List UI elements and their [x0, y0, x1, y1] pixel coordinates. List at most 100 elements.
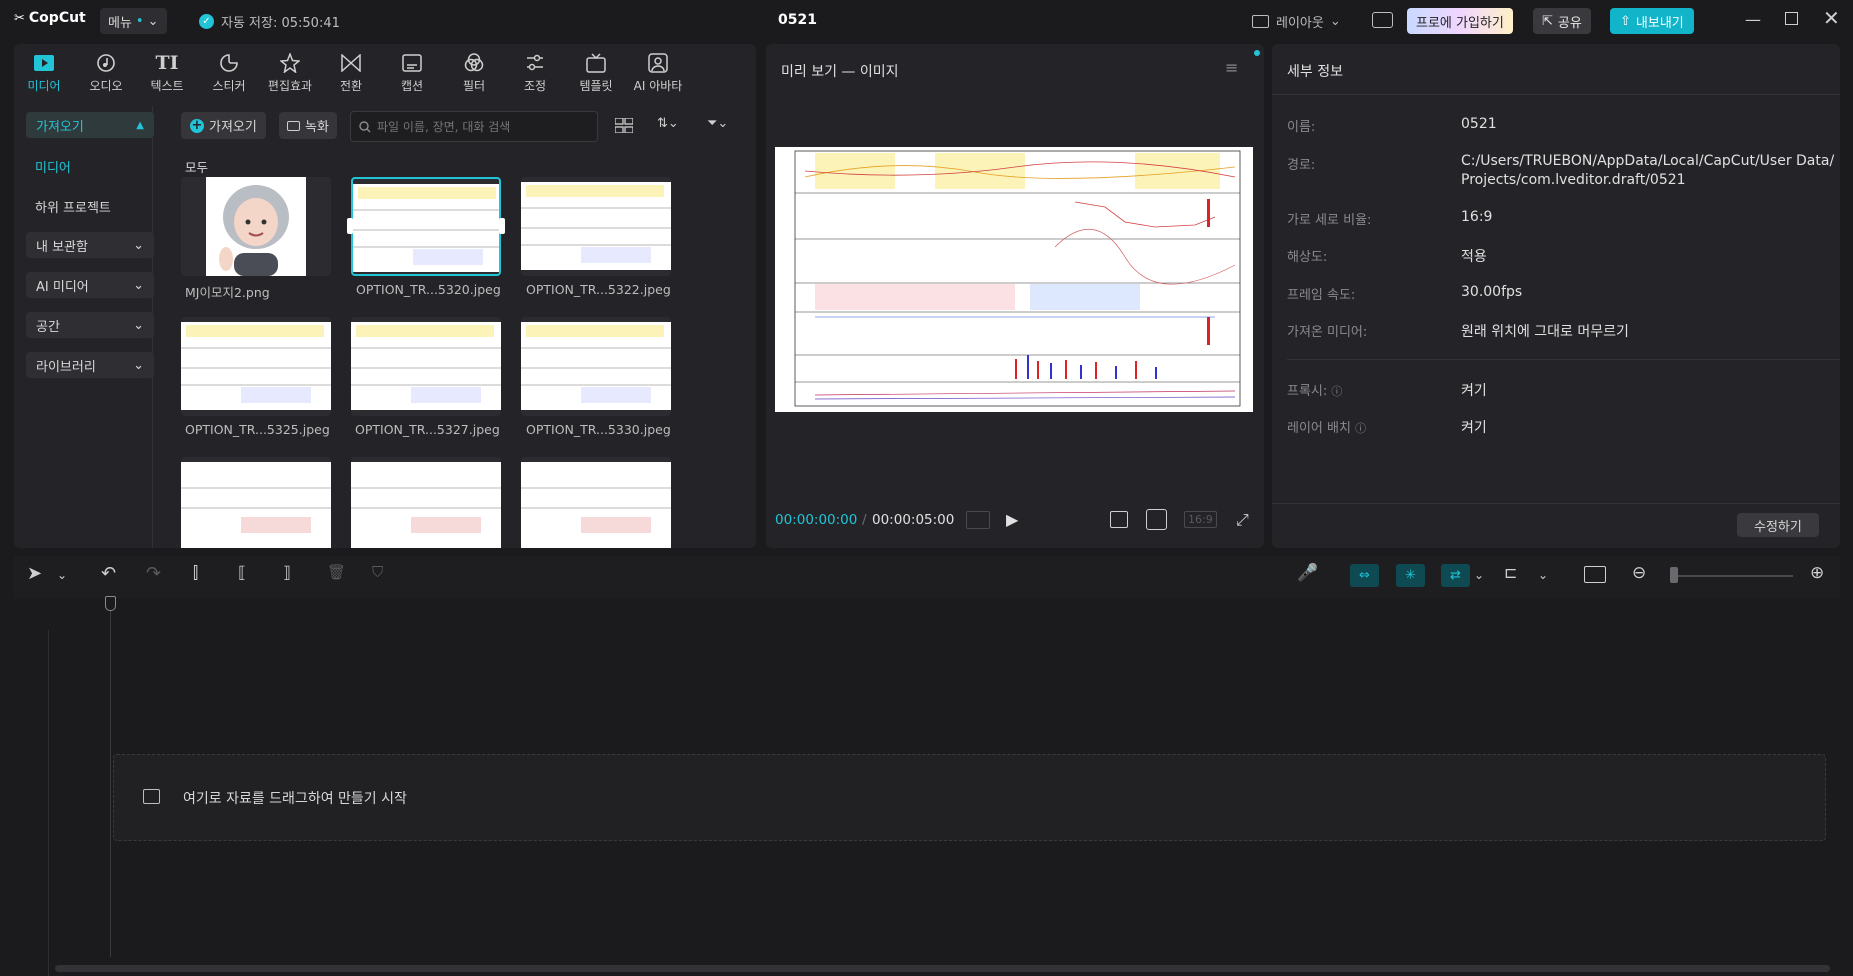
trim-handle-right[interactable] — [499, 218, 505, 234]
microphone-icon[interactable]: 🎤 — [1297, 563, 1318, 583]
trim-left-icon[interactable]: ⟦ — [238, 563, 246, 582]
tab-media[interactable]: 미디어 — [17, 52, 71, 94]
tab-effects[interactable]: 편집효과 — [263, 52, 317, 94]
chevron-down-icon: ⌄ — [133, 237, 144, 253]
trim-right-icon[interactable]: ⟧ — [283, 563, 291, 582]
horizontal-scrollbar[interactable] — [55, 965, 1830, 972]
tab-adjust[interactable]: 조정 — [508, 52, 562, 94]
layout-menu[interactable]: 레이아웃 ⌄ — [1252, 12, 1341, 31]
details-divider — [1272, 503, 1840, 504]
caption-shortcut-icon[interactable] — [1372, 12, 1393, 28]
media-item[interactable] — [521, 177, 671, 276]
tab-ai-avatar[interactable]: AI 아바타 — [631, 52, 685, 94]
sidebar-item-media[interactable]: 미디어 — [35, 157, 71, 176]
tab-text[interactable]: TI 텍스트 — [140, 52, 194, 94]
help-icon[interactable]: ⓘ — [1355, 422, 1366, 435]
chevron-down-icon[interactable]: ⌄ — [1538, 568, 1548, 582]
zoom-out-icon[interactable]: ⊖ — [1632, 563, 1646, 583]
trim-handle-left[interactable] — [347, 218, 353, 234]
transition-icon — [341, 54, 361, 72]
drop-hint: 여기로 자료를 드래그하여 만들기 시작 — [183, 791, 407, 807]
tab-sticker[interactable]: 스티커 — [202, 52, 256, 94]
menu-button[interactable]: 메뉴 • ⌄ — [100, 8, 167, 34]
sticker-icon — [220, 54, 238, 72]
select-cursor-icon[interactable]: ➤ — [27, 563, 42, 584]
linkage-icon[interactable]: ⇄ — [1441, 564, 1470, 587]
export-button[interactable]: ⇧ 내보내기 — [1610, 8, 1694, 34]
playhead-handle[interactable] — [105, 596, 116, 611]
chevron-up-icon: ▲ — [136, 119, 144, 131]
sidebar-ai-media[interactable]: AI 미디어 ⌄ — [26, 272, 154, 298]
thumbnail-view-icon[interactable] — [1584, 566, 1606, 583]
media-row-clipped — [181, 457, 701, 548]
tab-caption[interactable]: 캡션 — [385, 52, 439, 94]
tab-transition[interactable]: 전환 — [324, 52, 378, 94]
sidebar-item-subproject[interactable]: 하위 프로젝트 — [35, 197, 111, 216]
edit-button[interactable]: 수정하기 — [1737, 513, 1819, 537]
sidebar-import[interactable]: 가져오기 ▲ — [26, 112, 154, 138]
help-icon[interactable]: ⓘ — [1331, 385, 1342, 398]
filter-funnel-icon[interactable]: ⏷⌄ — [707, 116, 728, 131]
effects-icon — [280, 53, 300, 73]
sidebar-space[interactable]: 공간 ⌄ — [26, 312, 154, 338]
logo-icon: ✂ — [14, 10, 25, 26]
safe-area-icon[interactable] — [1110, 511, 1128, 528]
media-item[interactable] — [351, 457, 501, 548]
zoom-in-icon[interactable]: ⊕ — [1810, 563, 1824, 583]
fullscreen-icon[interactable]: ⤢ — [1236, 510, 1249, 530]
preview-image — [775, 147, 1253, 412]
media-item[interactable] — [521, 317, 671, 416]
audio-wave-icon[interactable] — [966, 511, 990, 529]
search-input[interactable] — [377, 119, 587, 134]
sort-icon[interactable]: ⇅⌄ — [657, 116, 679, 131]
media-item[interactable] — [181, 457, 331, 548]
tab-audio[interactable]: 오디오 — [79, 52, 133, 94]
chevron-down-icon[interactable]: ⌄ — [57, 568, 67, 582]
redo-icon[interactable]: ↷ — [146, 563, 161, 584]
check-icon: ✓ — [199, 14, 214, 29]
layout-icon — [1252, 15, 1269, 28]
preview-axis-icon[interactable]: ⊏ — [1504, 563, 1517, 582]
sidebar-library[interactable]: 라이브러리 ⌄ — [26, 352, 154, 378]
zoom-slider-thumb[interactable] — [1670, 567, 1678, 583]
hamburger-menu-icon[interactable]: ≡ — [1225, 58, 1238, 77]
search-field[interactable] — [350, 111, 598, 142]
media-icon — [34, 55, 54, 71]
chevron-down-icon[interactable]: ⌄ — [1474, 568, 1484, 582]
tab-filter[interactable]: 필터 — [447, 52, 501, 94]
split-icon[interactable]: ⫿ — [193, 563, 198, 583]
details-title: 세부 정보 — [1287, 64, 1343, 80]
record-button[interactable]: 녹화 — [279, 112, 337, 139]
ai-avatar-icon — [648, 53, 668, 73]
text-icon: TI — [155, 52, 179, 74]
zoom-slider-track[interactable] — [1673, 575, 1793, 577]
close-icon[interactable]: ✕ — [1823, 6, 1840, 30]
undo-icon[interactable]: ↶ — [101, 563, 116, 584]
search-icon — [359, 120, 371, 132]
media-item-selected[interactable] — [351, 177, 501, 276]
sidebar-my-storage[interactable]: 내 보관함 ⌄ — [26, 232, 154, 258]
ratio-button[interactable]: 16:9 — [1184, 511, 1217, 528]
details-divider — [1287, 359, 1840, 360]
pro-join-button[interactable]: 프로에 가입하기 — [1407, 8, 1513, 34]
media-item-avatar[interactable] — [181, 177, 331, 276]
caption-icon — [402, 54, 422, 72]
maximize-icon[interactable] — [1785, 12, 1798, 25]
delete-icon[interactable]: 🗑 — [327, 563, 346, 581]
zoom-fit-icon[interactable] — [1146, 509, 1167, 530]
media-item[interactable] — [521, 457, 671, 548]
minimize-icon[interactable]: — — [1745, 10, 1761, 29]
share-button[interactable]: ⇱ 공유 — [1533, 8, 1591, 34]
magnet-link-icon[interactable]: ⇔ — [1350, 564, 1379, 587]
auto-snap-icon[interactable]: ✳ — [1396, 564, 1425, 587]
grid-view-icon[interactable] — [614, 117, 634, 137]
import-button[interactable]: + 가져오기 — [181, 112, 266, 139]
shield-icon[interactable]: ⛉ — [372, 563, 383, 581]
timecode-separator: / — [862, 512, 867, 528]
media-item[interactable] — [351, 317, 501, 416]
media-item[interactable] — [181, 317, 331, 416]
tab-template[interactable]: 템플릿 — [569, 52, 623, 94]
track-header-divider — [48, 630, 49, 976]
play-icon[interactable]: ▶ — [1006, 510, 1018, 529]
export-icon: ⇧ — [1620, 13, 1631, 29]
